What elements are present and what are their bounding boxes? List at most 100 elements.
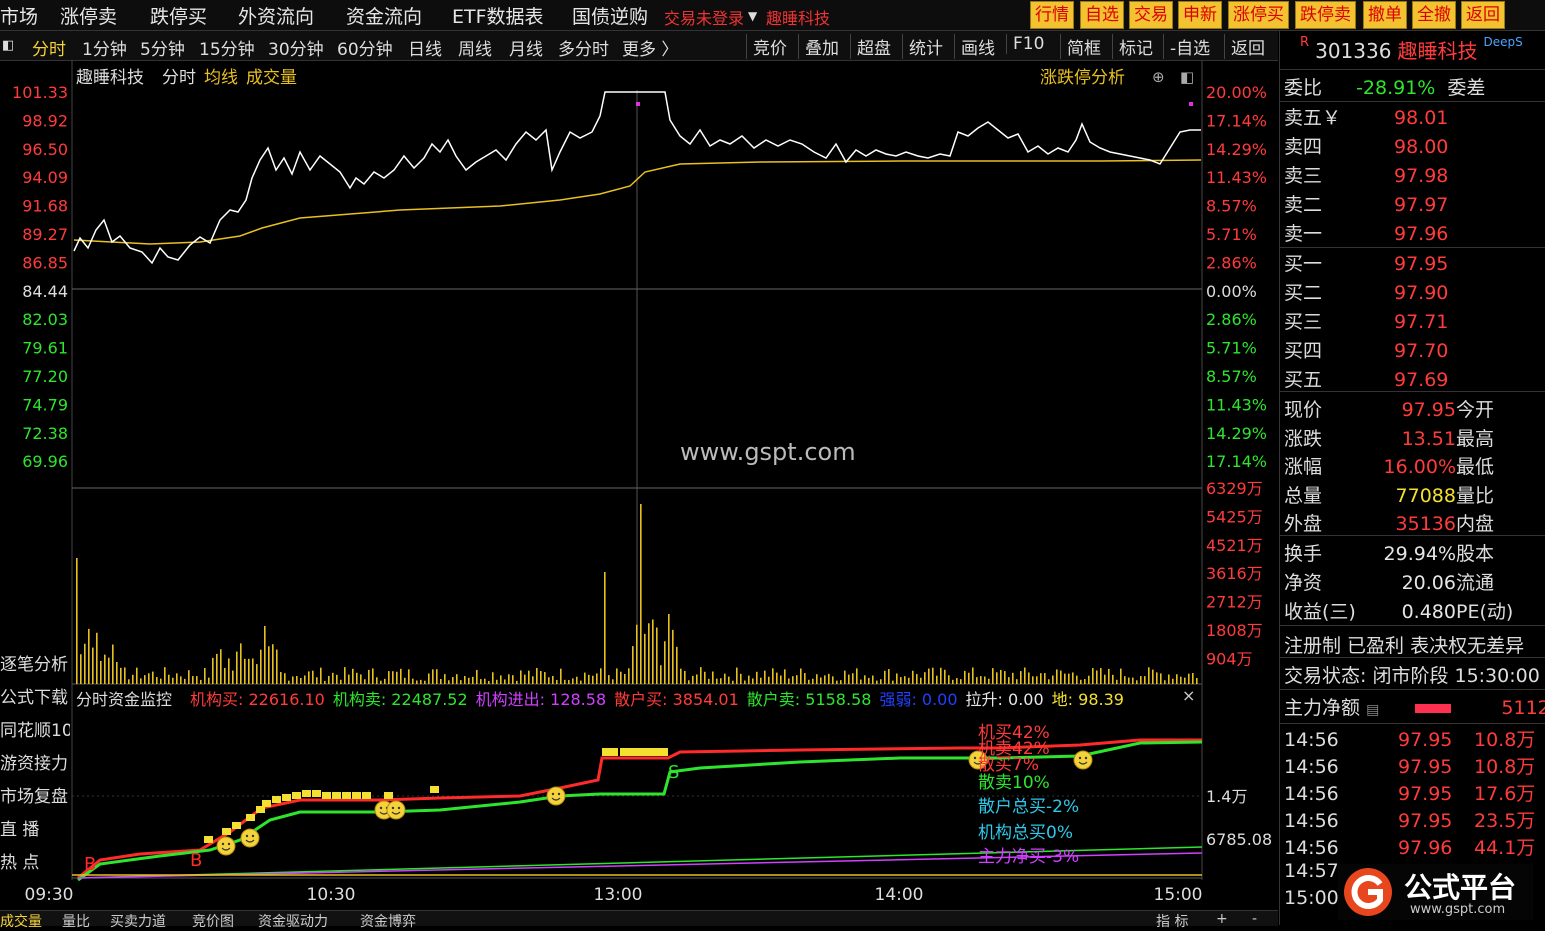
ask-level[interactable]: 卖三 97.98 bbox=[1284, 161, 1448, 188]
nav-etf-table[interactable]: ETF数据表 bbox=[452, 2, 544, 29]
signal-block bbox=[312, 790, 321, 797]
volume-bar bbox=[212, 657, 214, 684]
btn-limit-up-buy[interactable]: 涨停买 bbox=[1228, 1, 1289, 29]
volume-bar bbox=[124, 667, 126, 684]
tool-mark[interactable]: 标记 bbox=[1112, 34, 1153, 59]
volume-bar bbox=[600, 668, 602, 684]
tab-monthly[interactable]: 月线 bbox=[509, 35, 543, 60]
dropdown-caret-icon[interactable]: ▼ bbox=[748, 9, 757, 23]
volume-bar bbox=[1068, 673, 1070, 684]
tool-f10[interactable]: F10 bbox=[1006, 34, 1044, 54]
panel-toggle-icon[interactable]: ◧ bbox=[2, 38, 14, 53]
nav-market[interactable]: 市场 bbox=[0, 2, 38, 29]
tool-draw[interactable]: 画线 bbox=[954, 34, 995, 59]
btn-ipo[interactable]: 申新 bbox=[1178, 1, 1222, 29]
tab-volume[interactable]: 成交量 bbox=[0, 911, 42, 931]
volume-bar bbox=[276, 649, 278, 684]
tab-multi-intraday[interactable]: 多分时 bbox=[558, 35, 609, 60]
sidebar-item[interactable]: 热 点 bbox=[0, 848, 70, 873]
btn-quote[interactable]: 行情 bbox=[1030, 1, 1074, 29]
tab-fund-game[interactable]: 资金博弈 bbox=[360, 911, 416, 931]
volume-bar bbox=[172, 677, 174, 684]
deep-tag: DeepS bbox=[1483, 35, 1523, 49]
login-warning[interactable]: 交易未登录 bbox=[664, 5, 744, 29]
price-tick: 74.79 bbox=[22, 395, 68, 414]
btn-watchlist[interactable]: 自选 bbox=[1080, 1, 1124, 29]
bid-level[interactable]: 买三 97.71 bbox=[1284, 307, 1448, 334]
volume-bar bbox=[336, 674, 338, 684]
tab-intraday[interactable]: 分时 bbox=[32, 35, 66, 60]
ask-level[interactable]: 卖一 97.96 bbox=[1284, 219, 1448, 246]
volume-bar bbox=[724, 673, 726, 684]
sidebar-item[interactable]: 直 播 bbox=[0, 815, 70, 840]
tab-30min[interactable]: 30分钟 bbox=[268, 35, 324, 60]
volume-bar bbox=[1112, 674, 1114, 684]
tab-60min[interactable]: 60分钟 bbox=[337, 35, 393, 60]
time-tick: 13:00 bbox=[594, 885, 643, 905]
volume-bar bbox=[116, 661, 118, 684]
bid-level[interactable]: 买四 97.70 bbox=[1284, 336, 1448, 363]
btn-cancel-order[interactable]: 撤单 bbox=[1363, 1, 1407, 29]
ask-level[interactable]: 卖五￥ 98.01 bbox=[1284, 103, 1448, 130]
volume-bar bbox=[992, 668, 994, 684]
volume-bar bbox=[344, 667, 346, 684]
nav-limit-up-sell[interactable]: 涨停卖 bbox=[60, 2, 117, 29]
volume-bar bbox=[620, 671, 622, 684]
volume-bar bbox=[460, 680, 462, 684]
tab-weekly[interactable]: 周线 bbox=[458, 35, 492, 60]
volume-bar bbox=[548, 677, 550, 684]
tab-indicator[interactable]: 指 标 bbox=[1156, 911, 1188, 931]
signal-block bbox=[322, 792, 331, 799]
tab-auction-chart[interactable]: 竞价图 bbox=[192, 911, 234, 931]
tab-volume-ratio[interactable]: 量比 bbox=[62, 911, 90, 931]
sidebar-item[interactable]: 同花顺10 bbox=[0, 716, 70, 741]
nav-foreign-flow[interactable]: 外资流向 bbox=[238, 2, 314, 29]
ask-level[interactable]: 卖四 98.00 bbox=[1284, 132, 1448, 159]
tab-15min[interactable]: 15分钟 bbox=[199, 35, 255, 60]
signal-block bbox=[620, 748, 636, 756]
sidebar-item[interactable]: 游资接力 bbox=[0, 749, 70, 774]
tab-fund-drive[interactable]: 资金驱动力 bbox=[258, 911, 328, 931]
close-icon[interactable]: × bbox=[1182, 686, 1195, 705]
volume-bar bbox=[528, 670, 530, 684]
nav-repo[interactable]: 国债逆购 bbox=[572, 2, 648, 29]
tool-super[interactable]: 超盘 bbox=[850, 34, 891, 59]
tool-self-select[interactable]: -自选 bbox=[1163, 34, 1210, 59]
nav-fund-flow[interactable]: 资金流向 bbox=[346, 2, 422, 29]
tab-1min[interactable]: 1分钟 bbox=[82, 35, 127, 60]
intraday-chart[interactable]: 趣睡科技 分时 均线 成交量 涨跌停分析 ⊕ ◧ 101.33 98.92 96.5… bbox=[0, 60, 1278, 910]
tab-more[interactable]: 更多 〉 bbox=[622, 35, 678, 60]
tool-simple-frame[interactable]: 简框 bbox=[1060, 34, 1101, 59]
ask-level[interactable]: 卖二 97.97 bbox=[1284, 190, 1448, 217]
volume-bar bbox=[1164, 680, 1166, 684]
weibi-label: 委比 bbox=[1284, 77, 1323, 99]
sidebar-item[interactable]: 公式下载 bbox=[0, 683, 70, 708]
tab-5min[interactable]: 5分钟 bbox=[140, 35, 185, 60]
add-overlay-icon[interactable]: ⊕ bbox=[1152, 68, 1165, 86]
tool-overlay[interactable]: 叠加 bbox=[798, 34, 839, 59]
volume-tick: 904万 bbox=[1206, 649, 1253, 668]
logo-g-icon bbox=[1344, 868, 1392, 916]
volume-bar bbox=[488, 680, 490, 684]
tool-stats[interactable]: 统计 bbox=[902, 34, 943, 59]
bid-level[interactable]: 买五 97.69 bbox=[1284, 365, 1448, 392]
volume-bar bbox=[816, 674, 818, 684]
sidebar-item[interactable]: 逐笔分析 bbox=[0, 650, 70, 675]
bid-level[interactable]: 买二 97.90 bbox=[1284, 278, 1448, 305]
bid-level[interactable]: 买一 97.95 bbox=[1284, 249, 1448, 276]
volume-bar bbox=[328, 675, 330, 684]
btn-cancel-all[interactable]: 全撤 bbox=[1412, 1, 1456, 29]
tool-auction[interactable]: 竞价 bbox=[746, 34, 787, 59]
volume-bar bbox=[272, 644, 274, 684]
window-toggle-icon[interactable]: ◧ bbox=[1180, 68, 1194, 86]
tool-return[interactable]: 返回 bbox=[1224, 34, 1265, 59]
limit-analysis-link[interactable]: 涨跌停分析 bbox=[1040, 68, 1125, 88]
sidebar-item[interactable]: 市场复盘 bbox=[0, 782, 70, 807]
btn-trade[interactable]: 交易 bbox=[1129, 1, 1173, 29]
tab-buy-sell-force[interactable]: 买卖力道 bbox=[110, 911, 166, 931]
tab-daily[interactable]: 日线 bbox=[408, 35, 442, 60]
btn-limit-down-sell[interactable]: 跌停卖 bbox=[1295, 1, 1356, 29]
nav-limit-down-buy[interactable]: 跌停买 bbox=[150, 2, 207, 29]
btn-back[interactable]: 返回 bbox=[1461, 1, 1505, 29]
volume-bar bbox=[196, 676, 198, 684]
